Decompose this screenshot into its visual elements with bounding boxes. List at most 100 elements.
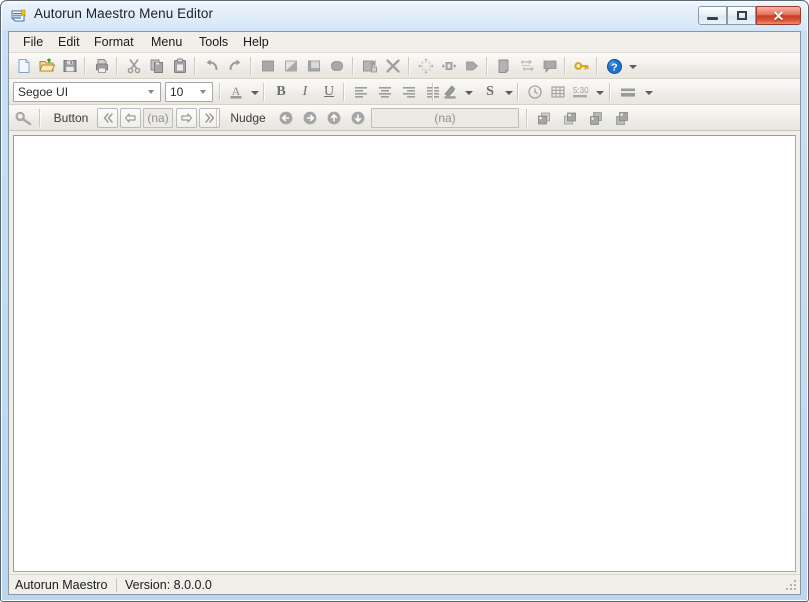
comment-button[interactable] [539,55,561,77]
arrow-flag-icon [464,58,480,74]
align-left-button[interactable] [350,81,372,103]
triangle-shape-icon [283,58,299,74]
page-button[interactable] [493,55,515,77]
maximize-button[interactable] [727,6,756,25]
open-file-button[interactable] [36,55,58,77]
clock-button[interactable] [524,81,546,103]
new-file-button[interactable] [13,55,35,77]
font-name-value: Segoe UI [18,85,68,100]
nudge-left-icon [278,110,294,126]
chevron-down-icon [629,65,637,69]
help-button[interactable]: ? [603,55,625,77]
nudge-down-button[interactable] [347,107,369,129]
chevron-down-icon [251,91,259,95]
nudge-down-icon [350,110,366,126]
font-size-combo[interactable]: 10 [165,82,213,102]
align-center-objects-button[interactable] [438,55,460,77]
paste-button[interactable] [169,55,191,77]
find-button[interactable] [13,107,35,129]
border-style-dropdown-button[interactable] [641,81,656,105]
close-button[interactable]: ✕ [756,6,801,25]
menu-menu[interactable]: Menu [145,34,188,51]
border-style-icon [619,84,637,100]
help-dropdown-button[interactable] [625,55,640,79]
chevron-down-icon [645,91,653,95]
app-book-icon [10,7,28,25]
client-area: File Edit Format Menu Tools Help [8,31,801,595]
align-center-button[interactable] [374,81,396,103]
page-icon [496,58,512,74]
time-format-button[interactable]: 5:30 [570,81,592,103]
menu-edit[interactable]: Edit [52,34,86,51]
menu-tools[interactable]: Tools [193,34,234,51]
tab-order-button[interactable] [516,55,538,77]
menu-format[interactable]: Format [88,34,140,51]
font-name-dropdown-arrow[interactable] [143,84,159,100]
strikethrough-button[interactable]: S [479,81,501,103]
bring-to-front-button[interactable] [533,107,555,129]
properties-button[interactable] [359,55,381,77]
distribute-icon [418,58,434,74]
toolbar-separator [517,83,519,101]
italic-button[interactable]: I [294,81,316,103]
current-button-field[interactable]: (na) [143,108,173,128]
prev-button[interactable] [120,108,141,128]
font-color-button[interactable]: A [225,81,247,103]
resize-grip-icon[interactable] [786,580,798,592]
close-icon: ✕ [757,7,800,24]
copy-button[interactable] [146,55,168,77]
undo-button[interactable] [201,55,223,77]
undo-arrow-icon [204,58,220,74]
align-right-icon [401,84,417,100]
insert-triangle-button[interactable] [280,55,302,77]
nudge-left-button[interactable] [275,107,297,129]
menu-file[interactable]: File [17,34,49,51]
highlight-color-button[interactable] [439,81,461,103]
strikethrough-dropdown-button[interactable] [501,81,516,105]
insert-rectangle-button[interactable] [257,55,279,77]
print-button[interactable] [91,55,113,77]
toolbar-separator [609,83,611,101]
delete-button[interactable] [382,55,404,77]
insert-frame-button[interactable] [303,55,325,77]
font-color-icon: A [228,84,244,100]
paste-icon [172,58,188,74]
printer-icon [94,58,110,74]
time-format-dropdown-button[interactable] [592,81,607,105]
license-key-button[interactable] [571,55,593,77]
canvas-surface[interactable] [14,136,795,571]
minimize-button[interactable] [698,6,727,25]
send-to-back-button[interactable] [559,107,581,129]
bring-forward-button[interactable] [585,107,607,129]
font-name-combo[interactable]: Segoe UI [13,82,161,102]
toolbar-separator [343,83,345,101]
font-color-dropdown-button[interactable] [247,81,262,105]
svg-text:A: A [232,84,241,98]
save-file-button[interactable] [59,55,81,77]
redo-button[interactable] [224,55,246,77]
arrow-tool-button[interactable] [461,55,483,77]
nudge-up-button[interactable] [323,107,345,129]
send-backward-button[interactable] [611,107,633,129]
font-size-dropdown-arrow[interactable] [195,84,211,100]
nudge-right-button[interactable] [299,107,321,129]
chevron-down-icon [505,91,513,95]
first-button[interactable] [97,108,118,128]
selection-status-field[interactable]: (na) [371,108,519,128]
table-button[interactable] [547,81,569,103]
toolbar-separator [486,57,488,75]
design-canvas[interactable] [13,135,796,572]
magnifier-key-icon [15,110,33,126]
distribute-button[interactable] [415,55,437,77]
new-file-icon [16,58,32,74]
next-button[interactable] [176,108,197,128]
title-bar[interactable]: Autorun Maestro Menu Editor ✕ [2,2,807,29]
underline-button[interactable]: U [318,81,340,103]
border-style-button[interactable] [617,81,639,103]
cut-button[interactable] [123,55,145,77]
menu-help[interactable]: Help [237,34,275,51]
bold-button[interactable]: B [270,81,292,103]
insert-rounded-rect-button[interactable] [326,55,348,77]
align-right-button[interactable] [398,81,420,103]
highlight-color-dropdown-button[interactable] [461,81,476,105]
